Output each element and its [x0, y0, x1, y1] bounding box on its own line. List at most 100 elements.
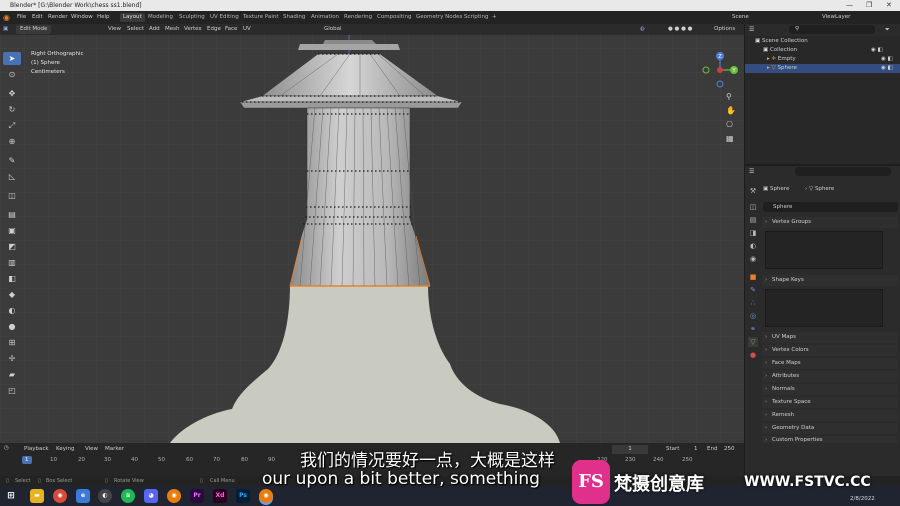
- measure-tool-icon[interactable]: ◺: [3, 170, 21, 183]
- tab-uv-editing[interactable]: UV Editing: [210, 13, 239, 22]
- menu-file[interactable]: File: [17, 13, 26, 22]
- tab-scripting[interactable]: Scripting: [464, 13, 488, 22]
- tab-modeling[interactable]: Modeling: [148, 13, 173, 22]
- shape-keys-list[interactable]: [765, 289, 883, 327]
- material-tab-icon[interactable]: ●: [748, 350, 758, 360]
- properties-search-input[interactable]: [795, 167, 891, 176]
- navigation-gizmo[interactable]: Z Y ⚲ ✋ ⎔ ▦: [698, 50, 742, 150]
- render-tab-icon[interactable]: ◫: [748, 202, 758, 212]
- tab-layout[interactable]: Layout: [120, 13, 145, 22]
- rotate-tool-icon[interactable]: ↻: [3, 103, 21, 116]
- minimize-button[interactable]: —: [846, 0, 853, 11]
- panel-normals[interactable]: Normals: [762, 384, 898, 395]
- tab-geometry-nodes[interactable]: Geometry Nodes: [416, 13, 462, 22]
- close-button[interactable]: ✕: [886, 0, 892, 11]
- spin-tool-icon[interactable]: ◐: [3, 304, 21, 317]
- outliner-editor-icon[interactable]: ☰: [749, 26, 754, 33]
- tab-shading[interactable]: Shading: [283, 13, 305, 22]
- tree-item-empty[interactable]: ▸ ✛ Empty ◉ ◧: [745, 55, 900, 64]
- menu-select[interactable]: Select: [127, 25, 144, 34]
- loop-cut-tool-icon[interactable]: ▥: [3, 256, 21, 269]
- outliner-search-input[interactable]: [789, 25, 875, 34]
- annotate-tool-icon[interactable]: ✎: [3, 154, 21, 167]
- visibility-eye-icon[interactable]: ◉ ◧: [871, 46, 883, 55]
- visibility-eye-icon[interactable]: ◉ ◧: [881, 55, 893, 64]
- filter-icon[interactable]: ⏷: [885, 26, 890, 34]
- constraints-tab-icon[interactable]: ⚭: [748, 324, 758, 334]
- tree-scene-collection[interactable]: ▣ Scene Collection: [745, 37, 900, 46]
- add-workspace-button[interactable]: +: [492, 13, 497, 22]
- tool-tab-icon[interactable]: ⚒: [748, 186, 758, 196]
- 3d-viewport[interactable]: [0, 24, 744, 443]
- panel-vertex-groups[interactable]: Vertex Groups: [762, 217, 898, 228]
- menu-view[interactable]: View: [108, 25, 121, 34]
- panel-custom-properties[interactable]: Custom Properties: [762, 436, 898, 443]
- tab-compositing[interactable]: Compositing: [377, 13, 411, 22]
- rip-tool-icon[interactable]: ◰: [3, 384, 21, 397]
- move-tool-icon[interactable]: ✥: [3, 87, 21, 100]
- tab-rendering[interactable]: Rendering: [344, 13, 372, 22]
- menu-face[interactable]: Face: [225, 25, 237, 34]
- smooth-tool-icon[interactable]: ●: [3, 320, 21, 333]
- transform-orientation-dropdown[interactable]: Global: [324, 25, 342, 34]
- panel-remesh[interactable]: Remesh: [762, 410, 898, 421]
- modifier-tab-icon[interactable]: ✎: [748, 285, 758, 295]
- visibility-eye-icon[interactable]: ◉ ◧: [881, 64, 893, 73]
- mesh-name-field[interactable]: Sphere: [763, 202, 898, 212]
- tab-texture-paint[interactable]: Texture Paint: [243, 13, 279, 22]
- tree-collection[interactable]: ▣ Collection ◉ ◧: [745, 46, 900, 55]
- options-dropdown[interactable]: Options: [714, 25, 735, 34]
- panel-face-maps[interactable]: Face Maps: [762, 358, 898, 369]
- camera-icon[interactable]: ⎔: [726, 120, 733, 129]
- editor-type-icon[interactable]: ▣: [3, 25, 8, 34]
- select-box-tool-icon[interactable]: ➤: [3, 52, 21, 65]
- menu-window[interactable]: Window: [71, 13, 93, 22]
- object-tab-icon[interactable]: ■: [748, 272, 758, 282]
- output-tab-icon[interactable]: ▤: [748, 215, 758, 225]
- properties-editor-icon[interactable]: ☰: [749, 168, 754, 175]
- menu-render[interactable]: Render: [48, 13, 68, 22]
- grid-icon[interactable]: ▦: [726, 134, 734, 143]
- panel-texture-space[interactable]: Texture Space: [762, 397, 898, 408]
- tab-sculpting[interactable]: Sculpting: [179, 13, 205, 22]
- poly-build-tool-icon[interactable]: ◆: [3, 288, 21, 301]
- pan-hand-icon[interactable]: ✋: [726, 106, 736, 115]
- shading-modes-icon[interactable]: ● ● ● ●: [668, 25, 692, 34]
- menu-add[interactable]: Add: [149, 25, 160, 34]
- shear-tool-icon[interactable]: ▰: [3, 368, 21, 381]
- menu-edit[interactable]: Edit: [32, 13, 43, 22]
- cursor-tool-icon[interactable]: ⊙: [3, 68, 21, 81]
- maximize-button[interactable]: ❐: [866, 0, 872, 11]
- panel-attributes[interactable]: Attributes: [762, 371, 898, 382]
- view-layer-selector[interactable]: ViewLayer: [822, 13, 850, 22]
- bevel-tool-icon[interactable]: ◩: [3, 240, 21, 253]
- blender-logo-icon[interactable]: ◉: [3, 13, 10, 22]
- panel-shape-keys[interactable]: Shape Keys: [762, 275, 898, 286]
- panel-geometry-data[interactable]: Geometry Data: [762, 423, 898, 434]
- scale-tool-icon[interactable]: ⤢: [3, 119, 21, 132]
- view-layer-tab-icon[interactable]: ◨: [748, 228, 758, 238]
- knife-tool-icon[interactable]: ◧: [3, 272, 21, 285]
- tab-animation[interactable]: Animation: [311, 13, 339, 22]
- transform-tool-icon[interactable]: ⊕: [3, 135, 21, 148]
- add-cube-tool-icon[interactable]: ◫: [3, 189, 21, 202]
- scene-selector[interactable]: Scene: [732, 13, 749, 22]
- edge-slide-tool-icon[interactable]: ⊞: [3, 336, 21, 349]
- menu-mesh[interactable]: Mesh: [165, 25, 179, 34]
- mode-dropdown[interactable]: Edit Mode: [16, 25, 52, 34]
- physics-tab-icon[interactable]: ◎: [748, 311, 758, 321]
- scene-tab-icon[interactable]: ◐: [748, 241, 758, 251]
- menu-edge[interactable]: Edge: [207, 25, 221, 34]
- menu-uv[interactable]: UV: [243, 25, 251, 34]
- zoom-icon[interactable]: ⚲: [726, 92, 732, 101]
- inset-tool-icon[interactable]: ▣: [3, 224, 21, 237]
- particles-tab-icon[interactable]: ∴: [748, 298, 758, 308]
- panel-uv-maps[interactable]: UV Maps: [762, 332, 898, 343]
- menu-help[interactable]: Help: [97, 13, 110, 22]
- mesh-data-tab-icon[interactable]: ▽: [748, 337, 758, 347]
- overlay-icon[interactable]: ◍: [640, 25, 645, 34]
- world-tab-icon[interactable]: ◉: [748, 254, 758, 264]
- panel-vertex-colors[interactable]: Vertex Colors: [762, 345, 898, 356]
- vertex-groups-list[interactable]: [765, 231, 883, 269]
- shrink-fatten-tool-icon[interactable]: ✢: [3, 352, 21, 365]
